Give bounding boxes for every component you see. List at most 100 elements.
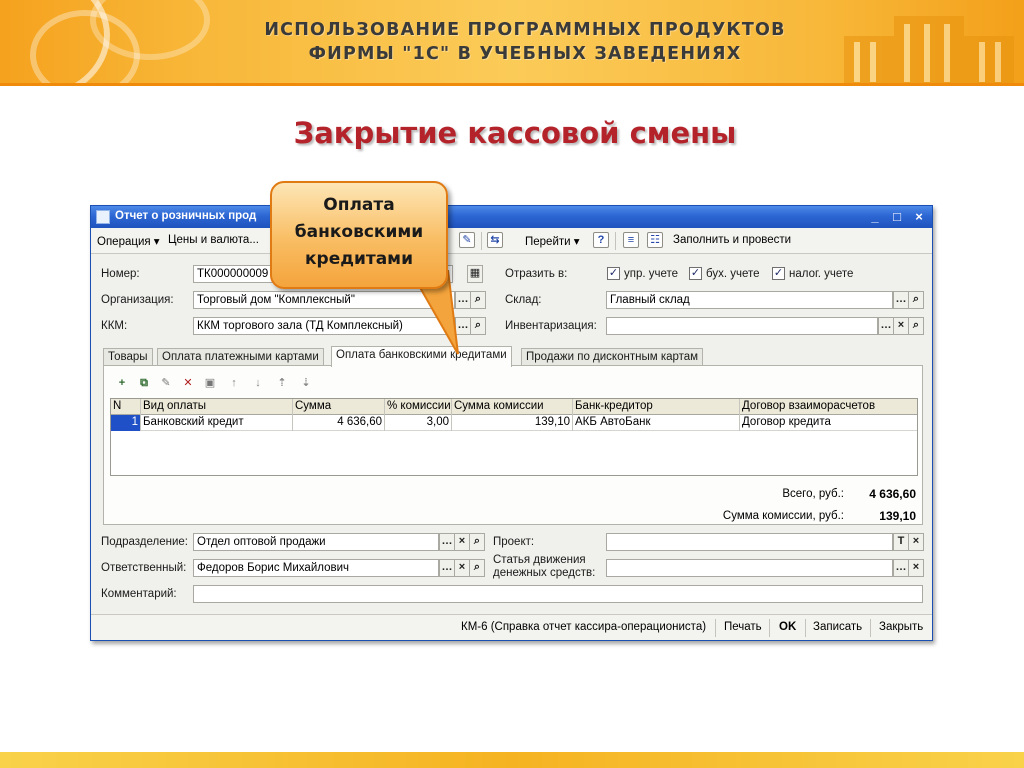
warehouse-select-button[interactable]: … xyxy=(893,291,909,309)
responsible-field[interactable]: Федоров Борис Михайлович xyxy=(193,559,439,577)
number-label: Номер: xyxy=(101,268,140,280)
warehouse-label: Склад: xyxy=(505,294,542,306)
move-down-icon[interactable]: ↓ xyxy=(250,376,266,390)
callout-line1: Оплата xyxy=(323,195,395,215)
reflect-management-checkbox[interactable]: ✓ xyxy=(607,267,620,280)
responsible-select-button[interactable]: … xyxy=(439,559,455,577)
toolbar-separator xyxy=(615,232,616,250)
cell-n[interactable]: 1 xyxy=(111,415,141,431)
project-type-button[interactable]: T xyxy=(893,533,909,551)
inventory-select-button[interactable]: … xyxy=(878,317,894,335)
tab-discount-cards[interactable]: Продажи по дисконтным картам xyxy=(521,348,704,366)
cashflow-field[interactable] xyxy=(606,559,893,577)
toolbar-separator xyxy=(805,619,806,637)
add-row-icon[interactable]: + xyxy=(114,376,130,390)
document-icon xyxy=(96,210,110,224)
fill-post-icon[interactable]: ☷ xyxy=(647,232,663,248)
end-edit-icon[interactable]: ▣ xyxy=(202,376,218,390)
division-field[interactable]: Отдел оптовой продажи xyxy=(193,533,439,551)
structure-icon[interactable]: ⇆ xyxy=(487,232,503,248)
cashflow-select-button[interactable]: … xyxy=(893,559,909,577)
reflect-in-label: Отразить в: xyxy=(505,268,568,280)
close-button[interactable]: Закрыть xyxy=(879,621,923,633)
comment-field[interactable] xyxy=(193,585,923,603)
inventory-label: Инвентаризация: xyxy=(505,320,597,332)
responsible-label: Ответственный: xyxy=(101,562,187,574)
organization-search-icon[interactable]: ⌕ xyxy=(470,291,486,309)
fill-and-post-button[interactable]: Заполнить и провести xyxy=(673,234,791,246)
project-label: Проект: xyxy=(493,536,535,548)
banner-swirl-decoration xyxy=(0,0,220,83)
goto-menu[interactable]: Перейти ▾ xyxy=(525,234,580,248)
cell-contract[interactable]: Договор кредита xyxy=(740,415,917,431)
window-titlebar[interactable]: Отчет о розничных прод _ □ × xyxy=(91,206,932,228)
reflect-tax-checkbox[interactable]: ✓ xyxy=(772,267,785,280)
slide-title: Закрытие кассовой смены xyxy=(293,116,737,150)
save-button[interactable]: Записать xyxy=(813,621,862,633)
inventory-search-icon[interactable]: ⌕ xyxy=(908,317,924,335)
cell-commission-percent[interactable]: 3,00 xyxy=(385,415,452,431)
window-action-bar: КМ-6 (Справка отчет кассира-операционист… xyxy=(91,614,932,640)
grid-header-row: N Вид оплаты Сумма % комиссии Сумма коми… xyxy=(111,399,917,415)
move-up-icon[interactable]: ↑ xyxy=(226,376,242,390)
col-header-n[interactable]: N xyxy=(111,399,141,415)
toolbar-separator xyxy=(870,619,871,637)
table-row[interactable]: 1 Банковский кредит 4 636,60 3,00 139,10… xyxy=(111,415,917,431)
help-button[interactable]: ? xyxy=(593,232,609,248)
sort-ascending-icon[interactable]: ⇡ xyxy=(274,376,290,390)
col-header-commission-percent[interactable]: % комиссии xyxy=(385,399,452,415)
callout-line3: кредитами xyxy=(304,249,413,269)
kkm-label: ККМ: xyxy=(101,320,128,332)
operation-menu[interactable]: Операция ▾ xyxy=(97,234,160,248)
col-header-creditor-bank[interactable]: Банк-кредитор xyxy=(573,399,740,415)
division-select-button[interactable]: … xyxy=(439,533,455,551)
col-header-contract[interactable]: Договор взаиморасчетов xyxy=(740,399,917,415)
callout-line2: банковскими xyxy=(294,222,424,242)
cell-creditor-bank[interactable]: АКБ АвтоБанк xyxy=(573,415,740,431)
maximize-button[interactable]: □ xyxy=(889,209,905,225)
warehouse-search-icon[interactable]: ⌕ xyxy=(908,291,924,309)
minimize-button[interactable]: _ xyxy=(867,209,883,225)
ok-button[interactable]: OK xyxy=(779,621,796,633)
window-toolbar: Операция ▾ Цены и валюта... ✎ ⇆ Перейти … xyxy=(91,228,932,254)
bank-credits-callout: Оплата банковскими кредитами xyxy=(270,181,448,289)
cell-commission-amount[interactable]: 139,10 xyxy=(452,415,573,431)
col-header-amount[interactable]: Сумма xyxy=(293,399,385,415)
division-search-icon[interactable]: ⌕ xyxy=(469,533,485,551)
delete-row-icon[interactable]: ✕ xyxy=(180,376,196,390)
prices-currency-button[interactable]: Цены и валюта... xyxy=(168,234,259,246)
banner-building-decoration xyxy=(834,0,1024,83)
cell-payment-type[interactable]: Банковский кредит xyxy=(141,415,293,431)
tab-goods[interactable]: Товары xyxy=(103,348,153,366)
inventory-clear-icon[interactable]: × xyxy=(893,317,909,335)
copy-row-icon[interactable]: ⧉ xyxy=(136,376,152,390)
project-field[interactable] xyxy=(606,533,893,551)
warehouse-field[interactable]: Главный склад xyxy=(606,291,893,309)
print-button[interactable]: Печать xyxy=(724,621,762,633)
commission-total-label: Сумма комиссии, руб.: xyxy=(722,510,844,522)
edit-row-icon[interactable]: ✎ xyxy=(158,376,174,390)
callout-text: Оплата банковскими кредитами xyxy=(272,192,446,273)
reflect-accounting-checkbox[interactable]: ✓ xyxy=(689,267,702,280)
cell-amount[interactable]: 4 636,60 xyxy=(293,415,385,431)
edit-document-icon[interactable]: ✎ xyxy=(459,232,475,248)
total-value: 4 636,60 xyxy=(869,487,916,501)
inventory-field[interactable] xyxy=(606,317,878,335)
col-header-payment-type[interactable]: Вид оплаты xyxy=(141,399,293,415)
sort-descending-icon[interactable]: ⇣ xyxy=(298,376,314,390)
close-window-button[interactable]: × xyxy=(911,209,927,225)
list-settings-icon[interactable]: ≡ xyxy=(623,232,639,248)
division-clear-icon[interactable]: × xyxy=(454,533,470,551)
slide-header-banner: Использование программных продуктов фирм… xyxy=(0,0,1024,86)
tab-payment-cards[interactable]: Оплата платежными картами xyxy=(157,348,324,366)
toolbar-separator xyxy=(481,232,482,250)
responsible-clear-icon[interactable]: × xyxy=(454,559,470,577)
reflect-management-label: упр. учете xyxy=(624,268,679,280)
cashflow-clear-icon[interactable]: × xyxy=(908,559,924,577)
col-header-commission-amount[interactable]: Сумма комиссии xyxy=(452,399,573,415)
responsible-search-icon[interactable]: ⌕ xyxy=(469,559,485,577)
kkm-search-icon[interactable]: ⌕ xyxy=(470,317,486,335)
km6-report-button[interactable]: КМ-6 (Справка отчет кассира-операционист… xyxy=(461,621,706,633)
project-clear-icon[interactable]: × xyxy=(908,533,924,551)
retail-sales-report-window: Отчет о розничных прод _ □ × Операция ▾ … xyxy=(90,205,933,641)
